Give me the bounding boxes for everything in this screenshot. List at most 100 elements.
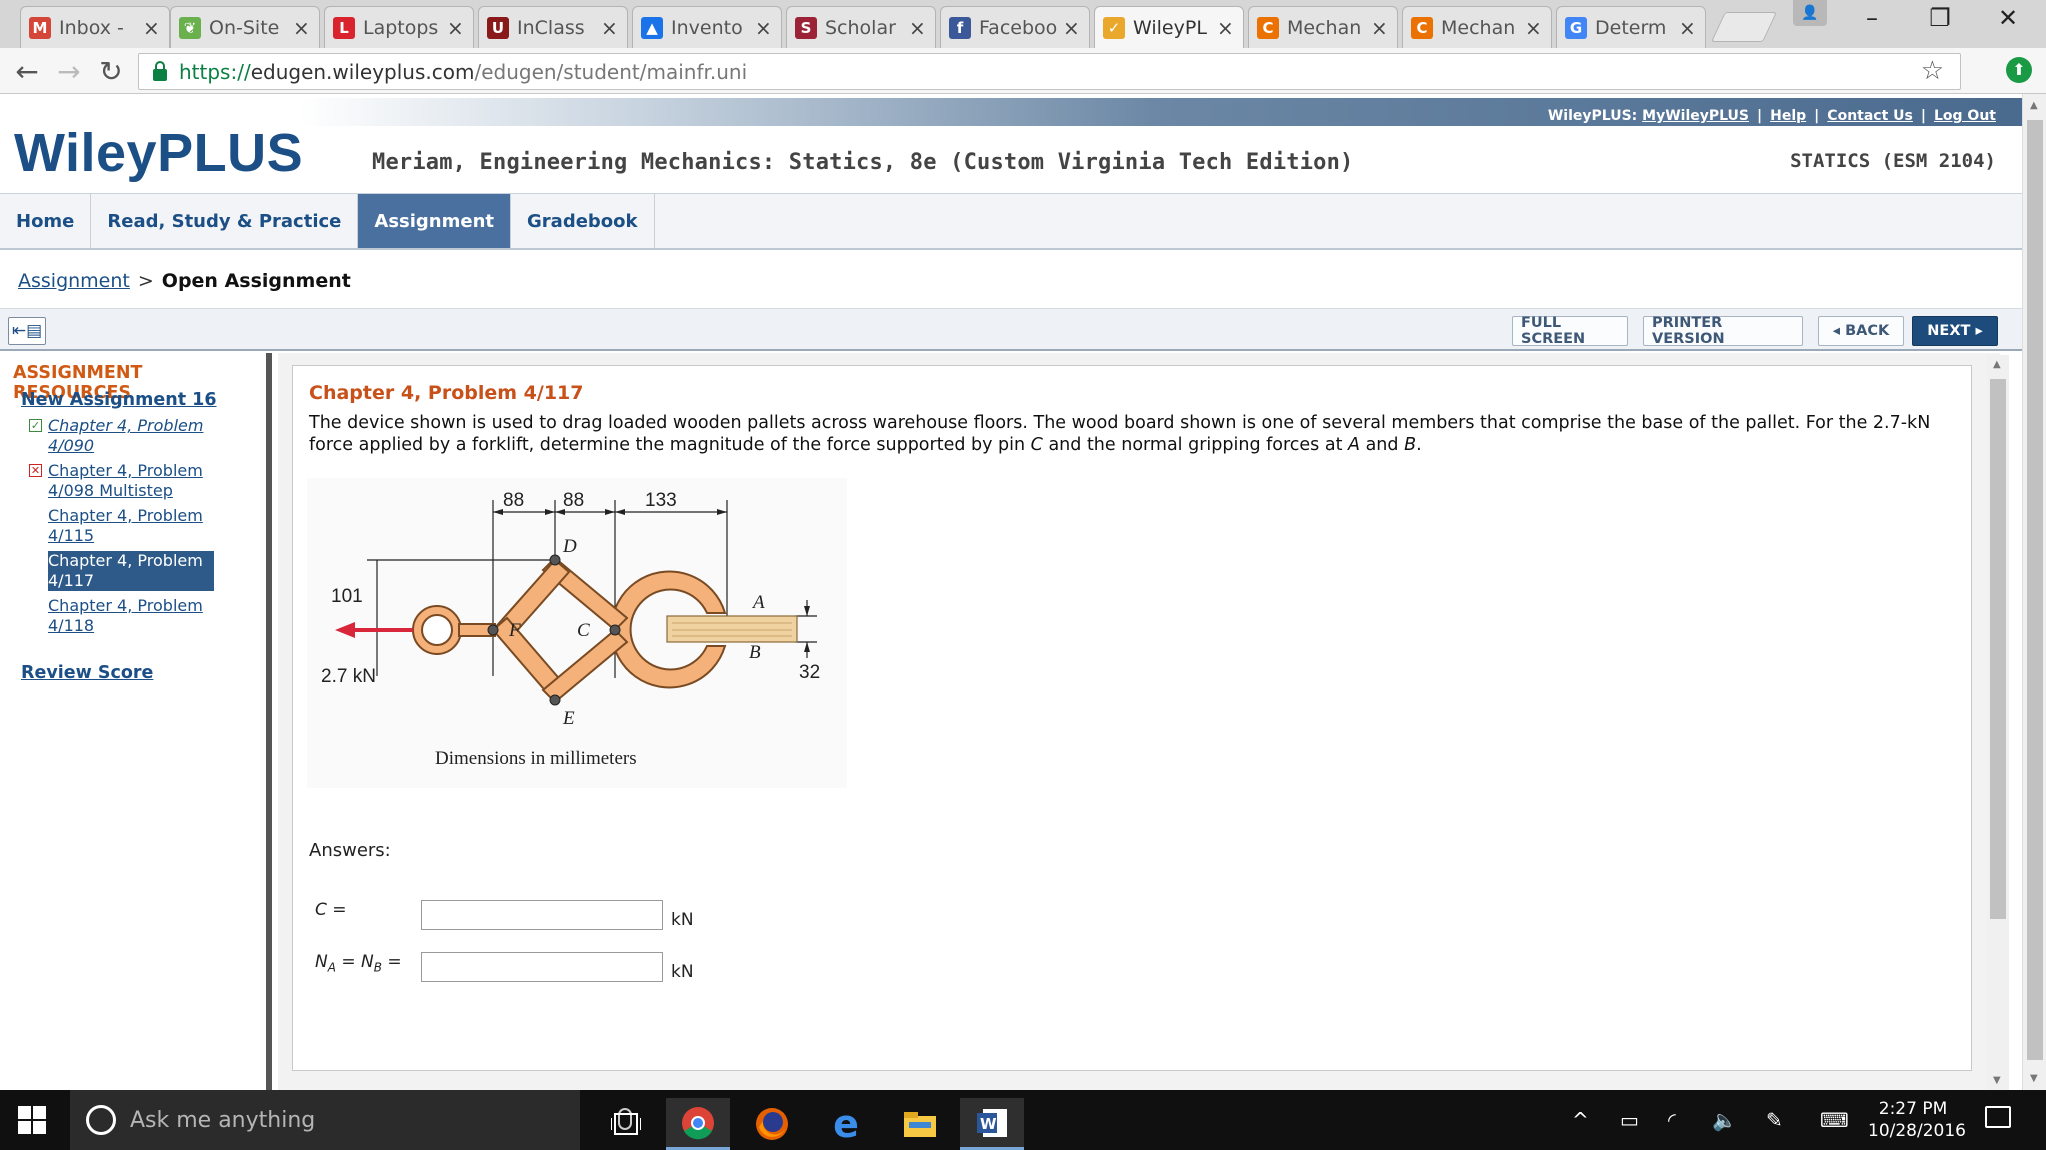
nav-gradebook[interactable]: Gradebook [511, 194, 655, 248]
point-d-label: D [562, 536, 577, 557]
volume-icon[interactable]: 🔈 [1712, 1108, 1737, 1132]
action-bar: ⇤▤ FULL SCREEN PRINTER VERSION ◂ BACK NE… [0, 309, 2022, 351]
nav-assignment[interactable]: Assignment [358, 194, 512, 248]
close-tab-icon[interactable]: × [293, 16, 311, 40]
close-tab-icon[interactable]: × [1371, 16, 1389, 40]
browser-tab[interactable]: U InClass × [478, 6, 628, 48]
bookmark-star-icon[interactable]: ☆ [1921, 56, 1944, 86]
close-tab-icon[interactable]: × [1063, 16, 1081, 40]
page-scrollbar[interactable]: ▲ ▼ [2022, 94, 2046, 1090]
nav-home[interactable]: Home [0, 194, 92, 248]
answer-c-label: C = [315, 900, 347, 920]
sidebar-problem-4-115[interactable]: Chapter 4, Problem 4/115 [48, 506, 238, 546]
answer-c-unit: kN [671, 910, 694, 930]
close-tab-icon[interactable]: × [755, 16, 773, 40]
browser-tab[interactable]: G Determ × [1556, 6, 1706, 48]
close-tab-icon[interactable]: × [1679, 16, 1697, 40]
profile-icon[interactable]: 👤 [1793, 0, 1827, 26]
breadcrumb: Assignment > Open Assignment [18, 270, 351, 292]
clock[interactable]: 2:27 PM 10/28/2016 [1868, 1098, 1966, 1142]
browser-tab[interactable]: S Scholar × [786, 6, 936, 48]
browser-tab[interactable]: ✓ WileyPL × [1094, 6, 1244, 49]
browser-tab[interactable]: L Laptops × [324, 6, 474, 48]
gmail-icon: M [29, 16, 51, 39]
file-explorer-icon[interactable] [888, 1098, 952, 1150]
figure-caption: Dimensions in millimeters [435, 748, 637, 769]
wileyplus-logo[interactable]: WileyPLUS [14, 122, 303, 184]
close-tab-icon[interactable]: × [1217, 16, 1235, 40]
contact-us-link[interactable]: Contact Us [1827, 108, 1913, 124]
edge-icon[interactable]: e [814, 1098, 878, 1150]
assignment-link[interactable]: New Assignment 16 [21, 390, 217, 410]
forward-arrow-icon[interactable]: → [52, 55, 86, 89]
browser-tab[interactable]: f Faceboo × [940, 6, 1090, 48]
tab-label: Invento [671, 16, 743, 39]
problem-title: Chapter 4, Problem 4/117 [309, 382, 584, 404]
back-button[interactable]: ◂ BACK [1818, 316, 1904, 346]
panel-scrollbar[interactable]: ▲ ▼ [1987, 355, 2009, 1090]
scroll-up-icon[interactable]: ▲ [2030, 100, 2038, 111]
browser-tab[interactable]: C Mechan × [1402, 6, 1552, 48]
nav-read-study-practice[interactable]: Read, Study & Practice [91, 194, 359, 248]
breadcrumb-assignment-link[interactable]: Assignment [18, 270, 130, 292]
extension-icon[interactable]: ⬆ [2006, 57, 2032, 83]
scrollbar-thumb[interactable] [2027, 120, 2043, 1060]
minimize-icon[interactable]: – [1842, 4, 1902, 32]
answer-normal-label: NA = NB = [315, 952, 402, 975]
pallet-puller-figure: 88 88 133 101 32 2.7 kN D F C A B E Dime… [307, 478, 847, 788]
restore-icon[interactable]: ❐ [1910, 4, 1970, 32]
close-tab-icon[interactable]: × [601, 16, 619, 40]
show-hidden-icons-icon[interactable]: ^ [1572, 1108, 1589, 1132]
reload-icon[interactable]: ↻ [94, 55, 128, 89]
point-a-label: A [751, 592, 765, 613]
new-tab-button[interactable] [1711, 12, 1777, 42]
windows-start-icon[interactable] [18, 1106, 46, 1134]
scroll-down-icon[interactable]: ▼ [2030, 1073, 2038, 1084]
close-tab-icon[interactable]: × [909, 16, 927, 40]
browser-tab[interactable]: M Inbox - × [20, 6, 170, 48]
mywileyplus-link[interactable]: MyWileyPLUS [1642, 108, 1749, 124]
dim-88-a: 88 [503, 490, 524, 511]
cortana-icon [86, 1105, 116, 1135]
toggle-sidebar-icon[interactable]: ⇤▤ [8, 317, 46, 345]
sidebar-problem-4-117[interactable]: Chapter 4, Problem 4/117 [48, 551, 214, 591]
scroll-up-icon[interactable]: ▲ [1993, 359, 2001, 370]
pen-icon[interactable]: ✎ [1766, 1108, 1783, 1132]
problem-link-line2: 4/098 Multistep [48, 481, 173, 500]
log-out-link[interactable]: Log Out [1934, 108, 1996, 124]
point-e-label: E [562, 708, 575, 729]
review-score-link[interactable]: Review Score [21, 663, 153, 683]
answer-normal-unit: kN [671, 962, 694, 982]
action-center-icon[interactable] [1985, 1106, 2011, 1128]
battery-icon[interactable]: ▭ [1620, 1108, 1639, 1132]
answer-c-input[interactable] [421, 900, 663, 930]
sidebar-problem-4-098[interactable]: Chapter 4, Problem 4/098 Multistep [48, 461, 238, 501]
keyboard-icon[interactable]: ⌨ [1820, 1108, 1849, 1132]
help-link[interactable]: Help [1770, 108, 1806, 124]
address-bar[interactable]: https://edugen.wileyplus.com/edugen/stud… [138, 53, 1961, 90]
answer-normal-input[interactable] [421, 952, 663, 982]
full-screen-button[interactable]: FULL SCREEN [1512, 315, 1628, 347]
word-icon[interactable]: W [960, 1098, 1024, 1150]
browser-tab[interactable]: C Mechan × [1248, 6, 1398, 48]
close-tab-icon[interactable]: × [447, 16, 465, 40]
cortana-search-box[interactable]: Ask me anything [70, 1090, 632, 1150]
close-window-icon[interactable]: ✕ [1978, 4, 2038, 32]
sidebar-problem-4-118[interactable]: Chapter 4, Problem 4/118 [48, 596, 238, 636]
back-arrow-icon[interactable]: ← [10, 55, 44, 89]
scrollbar-thumb[interactable] [1990, 379, 2006, 919]
printer-version-button[interactable]: PRINTER VERSION [1643, 315, 1803, 347]
chrome-icon[interactable] [666, 1098, 730, 1150]
close-tab-icon[interactable]: × [143, 16, 161, 40]
wifi-icon[interactable]: ◜ [1668, 1108, 1676, 1132]
task-view-icon[interactable] [594, 1098, 658, 1150]
next-button[interactable]: NEXT ▸ [1912, 316, 1998, 346]
browser-tab[interactable]: ▲ Invento × [632, 6, 782, 48]
browser-toolbar: ← → ↻ https://edugen.wileyplus.com/eduge… [0, 48, 2046, 94]
close-tab-icon[interactable]: × [1525, 16, 1543, 40]
clock-time: 2:27 PM [1878, 1099, 1948, 1119]
firefox-icon[interactable] [740, 1098, 804, 1150]
scroll-down-icon[interactable]: ▼ [1993, 1075, 2001, 1086]
sidebar-problem-4-090[interactable]: Chapter 4, Problem 4/090 [48, 416, 238, 456]
browser-tab[interactable]: ❦ On-Site × [170, 6, 320, 48]
